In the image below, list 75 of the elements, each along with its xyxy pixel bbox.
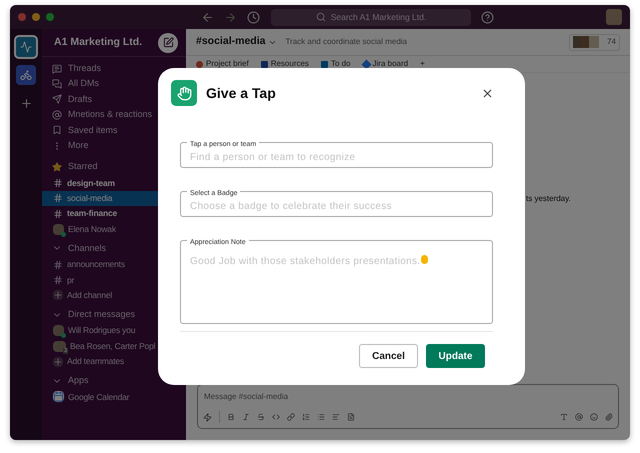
lines-icon[interactable] [332,413,340,421]
user-avatar[interactable] [606,9,622,25]
compose-button[interactable] [158,32,178,52]
update-button[interactable]: Update [426,344,485,368]
bold-icon[interactable] [227,413,235,421]
search-field[interactable]: Search A1 Marketing Ltd. [271,8,471,26]
shortcuts-icon[interactable] [203,412,212,422]
add-bookmark-button[interactable]: + [420,58,425,70]
send-icon [52,94,62,104]
paperclip-icon[interactable] [605,413,613,421]
sidebar-item[interactable]: Add teammates [42,354,186,370]
bookmark-link[interactable]: To do [320,58,351,70]
cancel-button[interactable]: Cancel [359,344,418,368]
sidebar-item[interactable]: Google Calendar [42,389,186,405]
nav-item[interactable]: Mnetions & reactions [42,107,186,123]
member-avatar [573,36,582,48]
document-icon[interactable] [347,413,355,421]
nav-item[interactable]: Threads [42,61,186,76]
bookmark-link[interactable]: Jira board [362,58,408,70]
nav-item[interactable]: Drafts [42,92,186,108]
back-icon[interactable] [201,10,214,24]
members-button[interactable]: 74 [569,34,620,50]
threads-icon [52,64,62,74]
workspace-button[interactable] [14,35,38,59]
pulse-icon [20,41,32,53]
sidebar-item[interactable]: Will Rodrigues you [42,323,186,338]
chat-bubbles-icon [52,79,62,90]
emoji-icon[interactable] [590,413,598,421]
plus-icon [53,356,63,367]
bookmark-icon [361,59,371,69]
history-icon[interactable] [247,10,260,24]
bulleted-list-icon[interactable] [317,413,325,421]
hash-icon [53,260,63,270]
hash-icon [53,274,63,285]
bookmark-link[interactable]: Resources [260,58,309,70]
hash-icon [53,193,63,204]
bookmark-icon [260,60,268,68]
link-icon[interactable] [287,413,295,421]
help-icon[interactable] [481,10,494,24]
add-workspace-icon[interactable] [20,97,32,110]
search-placeholder: Search A1 Marketing Ltd. [330,10,426,24]
nav-item[interactable]: All DMs [42,76,186,92]
numbered-list-icon[interactable] [302,413,310,421]
member-avatar [589,36,600,48]
italic-icon[interactable] [242,413,250,421]
strikethrough-icon[interactable] [257,413,265,421]
close-icon[interactable] [481,86,494,100]
text-input[interactable]: Choose a badge to celebrate their success [190,199,483,214]
section-header[interactable]: Apps [42,372,186,390]
calendar-icon [53,391,64,402]
text-input[interactable]: Find a person or team to recognize [190,150,483,165]
code-icon[interactable] [272,413,280,421]
message-text: ts yesterday. [526,193,571,205]
channel-name[interactable]: #social-media [196,34,266,50]
search-icon [316,12,326,22]
workspace-name[interactable]: A1 Marketing Ltd. [54,34,142,50]
bookmark-icon [320,60,328,68]
bookmark-icon [52,125,62,136]
hand-icon [176,86,192,100]
message-input[interactable]: Message #social-media [198,385,618,407]
at-icon [52,110,62,120]
hash-icon [53,208,63,219]
bike-icon [20,69,32,81]
compose-icon [162,37,174,48]
bookmark-icon [196,60,203,68]
member-avatar [581,36,590,48]
modal-title: Give a Tap [206,84,276,103]
channel-topic: Track and coordinate social media [285,36,407,48]
plus-icon [53,290,63,300]
mention-icon[interactable] [575,413,583,421]
star-icon [52,162,62,172]
hash-icon [53,178,63,188]
workspace-button[interactable] [16,65,36,85]
text-format-icon[interactable] [560,413,568,421]
bookmark-link[interactable]: Project brief [196,58,249,70]
